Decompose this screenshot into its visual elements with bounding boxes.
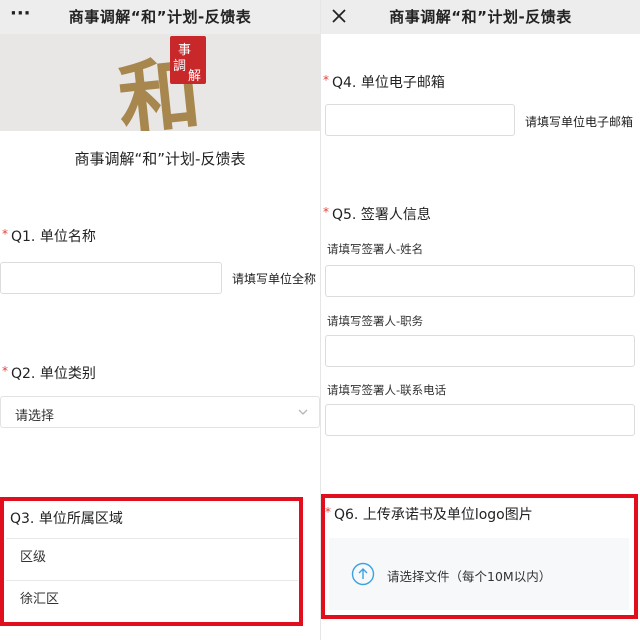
signer-name-hint: 请填写签署人-姓名: [327, 242, 424, 256]
window-title: 商事调解“和”计划-反馈表: [389, 8, 572, 26]
q2-label: Q2. 单位类别: [11, 366, 96, 382]
required-mark: *: [2, 227, 8, 241]
email-input[interactable]: [325, 104, 515, 136]
left-title-bar: ··· 商事调解“和”计划-反馈表: [0, 0, 320, 34]
window-title: 商事调解“和”计划-反馈表: [68, 8, 252, 26]
company-category-select[interactable]: 请选择: [0, 396, 320, 428]
q5-label: Q5. 签署人信息: [332, 207, 431, 223]
email-hint: 请填写单位电子邮箱: [525, 115, 634, 129]
q2-label-group: * Q2. 单位类别: [2, 363, 96, 383]
signer-phone-input[interactable]: [325, 404, 635, 436]
right-title-bar: 商事调解“和”计划-反馈表: [321, 0, 640, 34]
q1-label: Q1. 单位名称: [11, 229, 96, 245]
required-mark: *: [323, 73, 329, 87]
seal-char-2: 調: [173, 59, 186, 74]
company-name-hint: 请填写单位全称: [232, 272, 317, 286]
seal-char-3: 解: [188, 69, 201, 84]
signer-name-input[interactable]: [325, 265, 635, 297]
right-screen: 商事调解“和”计划-反馈表 * Q4. 单位电子邮箱 请填写单位电子邮箱 * Q5.…: [321, 0, 640, 640]
q5-label-group: * Q5. 签署人信息: [323, 204, 431, 224]
seal-char-1: 事: [178, 43, 191, 58]
q6-highlight-box: [321, 494, 638, 619]
signer-title-input[interactable]: [325, 335, 635, 367]
left-screen: ··· 商事调解“和”计划-反馈表 和 事 調 解 商事调解“和”计划-反馈表 …: [0, 0, 320, 640]
select-placeholder: 请选择: [15, 409, 55, 424]
q1-label-group: * Q1. 单位名称: [2, 226, 96, 246]
required-mark: *: [323, 205, 329, 219]
q4-label-group: * Q4. 单位电子邮箱: [323, 72, 445, 92]
chevron-down-icon: [298, 409, 308, 415]
calligraphy-logo-icon: 和 事 調 解: [114, 36, 206, 131]
q4-label: Q4. 单位电子邮箱: [332, 75, 445, 91]
signer-title-hint: 请填写签署人-职务: [327, 314, 424, 328]
form-title: 商事调解“和”计划-反馈表: [74, 150, 246, 168]
q3-highlight-box: [0, 497, 303, 626]
company-name-input[interactable]: [0, 262, 222, 294]
required-mark: *: [2, 364, 8, 378]
signer-phone-hint: 请填写签署人-联系电话: [327, 383, 447, 397]
banner-image: 和 事 調 解: [0, 34, 320, 131]
